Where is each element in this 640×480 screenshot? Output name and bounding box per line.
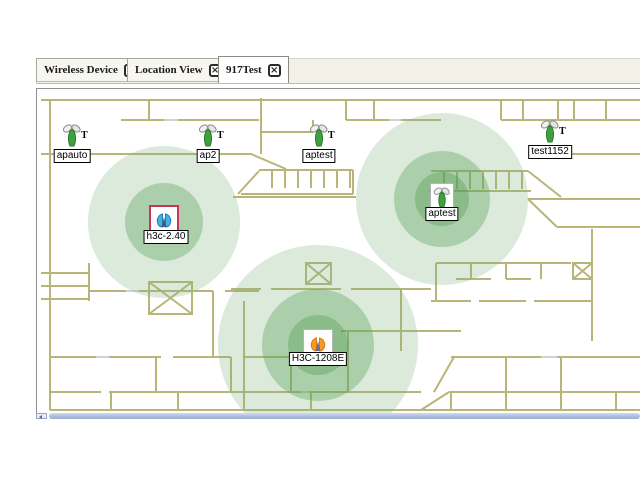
horizontal-scrollbar[interactable] (36, 412, 640, 420)
t-mark: T (328, 130, 335, 141)
ap-name-label: test1152 (528, 145, 572, 159)
ap-name-label: ap2 (197, 149, 220, 163)
location-map-canvas[interactable]: T apauto T ap2 T aptest (36, 88, 640, 413)
ap-name-label: H3C-1208E (289, 352, 347, 366)
ap-name-label: apauto (54, 149, 91, 163)
ap-name-label: h3c-2.40 (144, 230, 189, 244)
t-mark: T (559, 126, 566, 137)
ap-name-label: aptest (302, 149, 335, 163)
tab-label: 917Test (226, 64, 262, 76)
close-icon[interactable]: × (268, 64, 281, 77)
tab-location-view[interactable]: Location View × (127, 58, 230, 82)
tab-917test[interactable]: 917Test × (218, 56, 289, 83)
t-mark: T (217, 130, 224, 141)
tab-label: Location View (135, 64, 203, 76)
antenna-icon (539, 119, 561, 145)
app-window: Wireless Device × Location View × 917Tes… (0, 0, 640, 480)
antenna-icon (197, 123, 219, 149)
ap-name-label: aptest (425, 207, 458, 221)
t-mark: T (81, 130, 88, 141)
scrollbar-thumb[interactable] (49, 413, 640, 419)
tab-label: Wireless Device (44, 64, 118, 76)
antenna-icon (61, 123, 83, 149)
antenna-icon (308, 123, 330, 149)
antenna-icon (152, 208, 176, 232)
scroll-left-button[interactable] (36, 413, 47, 419)
